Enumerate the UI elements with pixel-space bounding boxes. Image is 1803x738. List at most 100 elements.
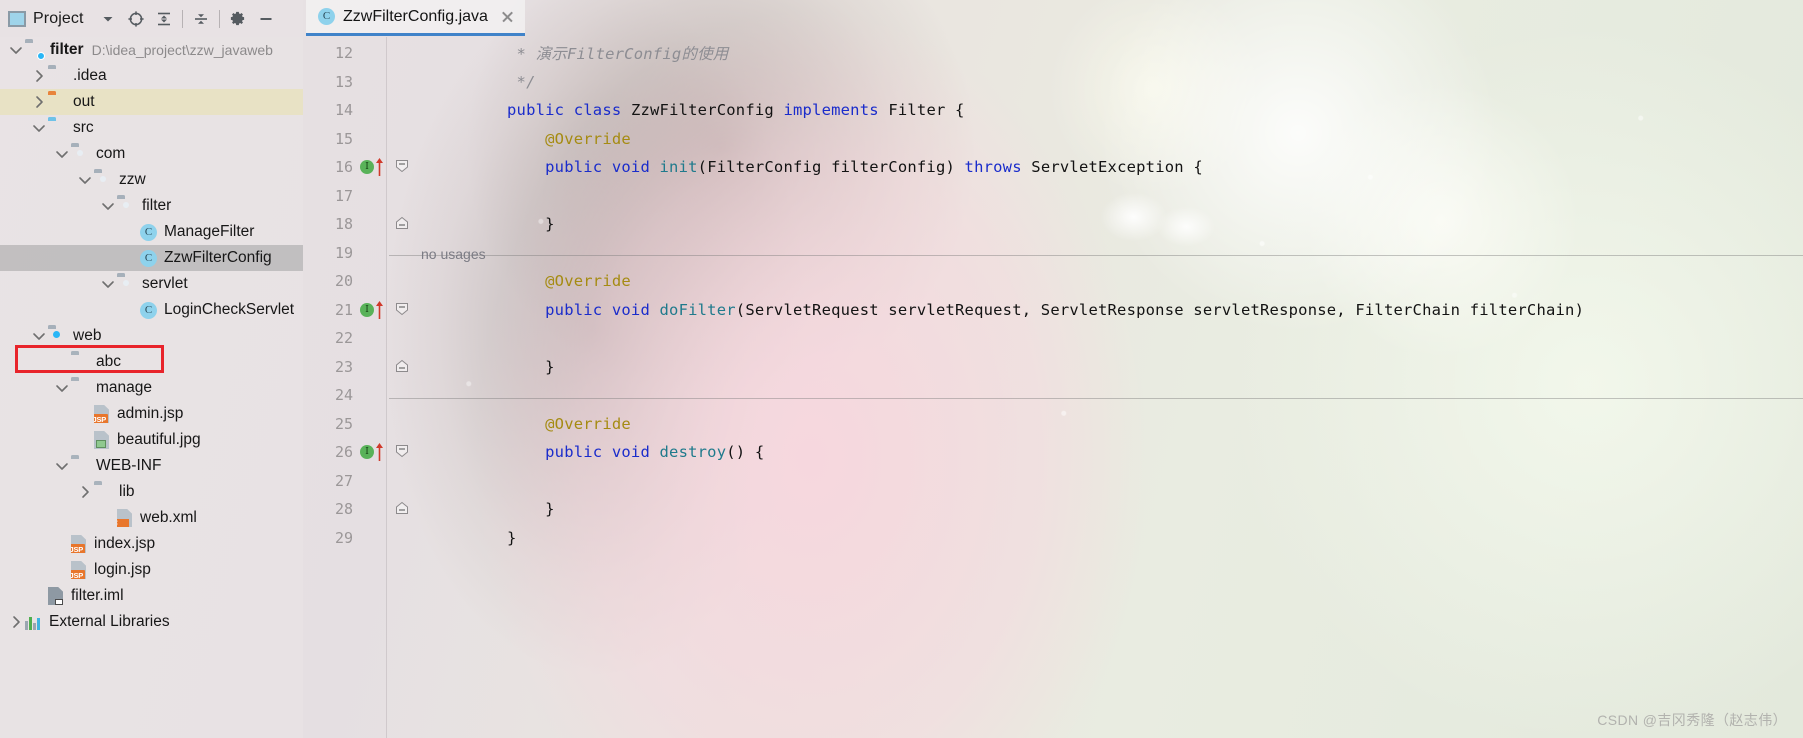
tree-item-zzwfilterconfig[interactable]: C ZzwFilterConfig <box>0 245 303 271</box>
implementing-method-icon[interactable]: I <box>360 302 374 317</box>
code-line-14[interactable]: 14 public class ZzwFilterConfig implement… <box>303 96 1803 125</box>
settings-gear-icon[interactable] <box>224 5 252 33</box>
tree-item-com[interactable]: com <box>0 141 303 167</box>
code-line-27[interactable]: 27 <box>303 467 1803 496</box>
tree-item-managefilter[interactable]: C ManageFilter <box>0 219 303 245</box>
code-line-21[interactable]: 21 I public void doFilter(ServletRequest … <box>303 296 1803 325</box>
tree-item-filter[interactable]: filter <box>0 193 303 219</box>
tree-item-manage[interactable]: manage <box>0 375 303 401</box>
code-text: public void destroy() { <box>507 443 764 461</box>
code-line-24[interactable]: 24 <box>303 381 1803 410</box>
chevron-down-icon[interactable] <box>54 147 69 162</box>
chevron-down-icon[interactable] <box>31 121 46 136</box>
gutter-markers[interactable] <box>359 210 389 239</box>
chevron-right-icon[interactable] <box>31 69 46 84</box>
code-line-19[interactable]: 19 <box>303 239 1803 268</box>
fold-region-end-icon[interactable] <box>395 359 409 373</box>
gutter-markers[interactable]: I <box>359 296 389 325</box>
gutter-markers[interactable] <box>359 68 389 97</box>
select-opened-file-icon[interactable] <box>122 5 150 33</box>
hide-tool-window-icon[interactable] <box>252 5 280 33</box>
fold-region-end-icon[interactable] <box>395 501 409 515</box>
chevron-down-icon[interactable] <box>8 43 23 58</box>
code-editor[interactable]: 12 * 演示FilterConfig的使用 13 */14 public clas… <box>303 37 1803 738</box>
tree-item-out[interactable]: out <box>0 89 303 115</box>
project-tool-window: Project filter D:\idea_project\zzw_javaw… <box>0 0 303 738</box>
implementing-method-icon[interactable]: I <box>360 445 374 459</box>
gutter-markers[interactable] <box>359 353 389 382</box>
fold-region-end-icon[interactable] <box>395 216 409 230</box>
close-icon[interactable] <box>500 9 515 24</box>
line-number: 22 <box>334 329 353 348</box>
chevron-down-icon[interactable] <box>100 277 115 292</box>
tree-item-web[interactable]: web <box>0 323 303 349</box>
tree-arrow-placeholder <box>77 433 92 448</box>
code-line-26[interactable]: 26 I public void destroy() { <box>303 438 1803 467</box>
gutter-markers[interactable] <box>359 267 389 296</box>
implementing-method-icon[interactable]: I <box>360 160 374 174</box>
code-line-22[interactable]: 22 <box>303 324 1803 353</box>
method-separator <box>389 255 1803 256</box>
tree-item-login-jsp[interactable]: JSP login.jsp <box>0 557 303 583</box>
tree-item-beautiful-jpg[interactable]: beautiful.jpg <box>0 427 303 453</box>
gutter-markers[interactable]: I <box>359 438 389 467</box>
code-line-15[interactable]: 15 @Override <box>303 125 1803 154</box>
code-line-20[interactable]: 20 @Override <box>303 267 1803 296</box>
gutter-markers[interactable] <box>359 239 389 268</box>
tree-item-filter[interactable]: filter D:\idea_project\zzw_javaweb <box>0 37 303 63</box>
csdn-watermark: CSDN @吉冈秀隆（赵志伟） <box>1597 712 1787 728</box>
view-mode-dropdown-icon[interactable] <box>94 5 122 33</box>
fold-region-start-icon[interactable] <box>395 302 409 316</box>
gutter-markers[interactable] <box>359 524 389 553</box>
gutter-markers[interactable] <box>359 324 389 353</box>
code-line-25[interactable]: 25 @Override <box>303 410 1803 439</box>
code-line-28[interactable]: 28 } <box>303 495 1803 524</box>
tree-item-filter-iml[interactable]: filter.iml <box>0 583 303 609</box>
tree-item--idea[interactable]: .idea <box>0 63 303 89</box>
gutter-markers[interactable] <box>359 410 389 439</box>
code-text: public void doFilter(ServletRequest serv… <box>507 301 1584 319</box>
code-line-12[interactable]: 12 * 演示FilterConfig的使用 <box>303 39 1803 68</box>
chevron-down-icon[interactable] <box>77 173 92 188</box>
gutter-markers[interactable] <box>359 39 389 68</box>
inlay-hint-no-usages[interactable]: no usages <box>421 246 486 262</box>
chevron-down-icon[interactable] <box>54 459 69 474</box>
gutter-markers[interactable] <box>359 467 389 496</box>
tree-item-servlet[interactable]: servlet <box>0 271 303 297</box>
chevron-down-icon[interactable] <box>31 329 46 344</box>
tree-item-src[interactable]: src <box>0 115 303 141</box>
code-line-16[interactable]: 16 I public void init(FilterConfig filter… <box>303 153 1803 182</box>
tree-item-index-jsp[interactable]: JSP index.jsp <box>0 531 303 557</box>
fold-region-start-icon[interactable] <box>395 159 409 173</box>
tree-item-external-libraries[interactable]: External Libraries <box>0 609 303 635</box>
expand-all-icon[interactable] <box>150 5 178 33</box>
tree-item-zzw[interactable]: zzw <box>0 167 303 193</box>
tree-item-logincheckservlet[interactable]: C LoginCheckServlet <box>0 297 303 323</box>
tree-item-lib[interactable]: lib <box>0 479 303 505</box>
code-line-29[interactable]: 29} <box>303 524 1803 553</box>
chevron-down-icon[interactable] <box>100 199 115 214</box>
tree-item-web-xml[interactable]: < web.xml <box>0 505 303 531</box>
chevron-right-icon[interactable] <box>77 485 92 500</box>
code-line-17[interactable]: 17 <box>303 182 1803 211</box>
code-line-13[interactable]: 13 */ <box>303 68 1803 97</box>
chevron-down-icon[interactable] <box>54 381 69 396</box>
code-line-18[interactable]: 18 } <box>303 210 1803 239</box>
project-tree[interactable]: filter D:\idea_project\zzw_javaweb .idea ou… <box>0 37 303 738</box>
gutter-markers[interactable]: I <box>359 153 389 182</box>
tree-item-web-inf[interactable]: WEB-INF <box>0 453 303 479</box>
gutter-markers[interactable] <box>359 495 389 524</box>
editor-tab-zzwfilterconfig[interactable]: C ZzwFilterConfig.java <box>306 0 525 36</box>
gutter-markers[interactable] <box>359 96 389 125</box>
gutter-markers[interactable] <box>359 125 389 154</box>
gutter-markers[interactable] <box>359 381 389 410</box>
gutter-markers[interactable] <box>359 182 389 211</box>
project-tool-window-title: Project <box>33 9 84 27</box>
fold-region-start-icon[interactable] <box>395 444 409 458</box>
collapse-all-icon[interactable] <box>187 5 215 33</box>
tree-item-abc[interactable]: abc <box>0 349 303 375</box>
tree-item-admin-jsp[interactable]: JSP admin.jsp <box>0 401 303 427</box>
chevron-right-icon[interactable] <box>8 615 23 630</box>
code-line-23[interactable]: 23 } <box>303 353 1803 382</box>
chevron-right-icon[interactable] <box>31 95 46 110</box>
